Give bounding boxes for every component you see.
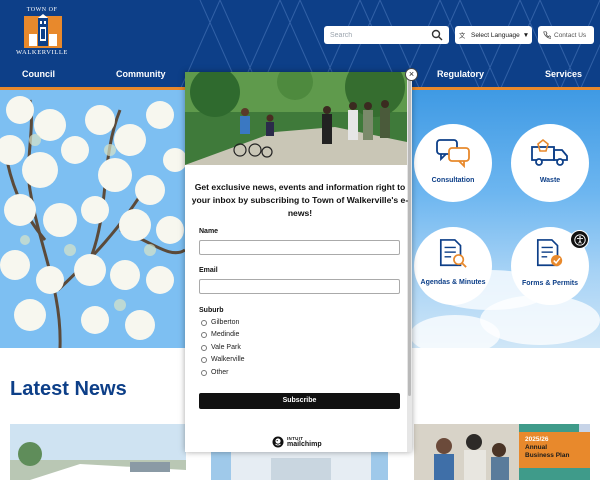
speech-bubbles-icon (436, 139, 470, 168)
suburb-option-gilberton[interactable]: Gilberton (201, 319, 239, 326)
suburb-option-medindie[interactable]: Medindie (201, 331, 239, 338)
mailchimp-logo[interactable]: INTUIT mailchimp (272, 436, 322, 448)
logo-bottom-text: WALKERVILLE (16, 49, 68, 56)
mailchimp-icon (272, 436, 284, 448)
park-walkers-image (185, 72, 407, 165)
radio-button[interactable] (201, 344, 207, 351)
nav-item-council[interactable]: Council (22, 69, 55, 79)
service-label: Consultation (431, 177, 475, 184)
brand-bottom: mailchimp (287, 441, 322, 448)
suburb-option-other[interactable]: Other (201, 369, 229, 376)
document-search-icon (439, 239, 467, 268)
close-icon[interactable]: × (405, 68, 418, 81)
news-card-image (10, 424, 186, 480)
news-card[interactable] (10, 424, 186, 480)
language-select[interactable]: 文 Select Language ▼ (455, 26, 532, 44)
radio-label: Gilberton (211, 319, 240, 326)
phone-icon (543, 31, 551, 39)
plan-title-line1: Annual (525, 444, 548, 451)
suburb-label: Suburb (199, 307, 224, 314)
service-label: Forms & Permits (521, 280, 579, 287)
contact-label: Contact Us (554, 31, 587, 39)
suburb-option-vale-park[interactable]: Vale Park (201, 344, 241, 351)
news-card-business-plan[interactable]: 2025/26 Annual Business Plan (414, 424, 590, 480)
radio-button[interactable] (201, 356, 207, 363)
service-waste[interactable]: Waste (511, 124, 589, 202)
walkerville-logo[interactable] (24, 14, 62, 48)
chevron-down-icon: ▼ (522, 31, 530, 39)
radio-label: Vale Park (211, 344, 241, 351)
blossom-tree-image (0, 90, 185, 348)
radio-button[interactable] (201, 369, 207, 376)
plan-year: 2025/26 (525, 436, 549, 443)
email-field[interactable] (199, 279, 400, 294)
modal-photo (185, 72, 407, 165)
modal-heading: Get exclusive news, events and informati… (191, 182, 409, 218)
svg-text:文: 文 (459, 31, 466, 39)
latest-news-heading: Latest News (10, 378, 127, 400)
contact-us-button[interactable]: Contact Us (538, 26, 594, 44)
radio-button[interactable] (201, 331, 207, 338)
search-icon[interactable] (431, 29, 443, 41)
radio-button[interactable] (201, 319, 207, 326)
translate-icon: 文 (459, 31, 466, 39)
nav-item-regulatory[interactable]: Regulatory (437, 69, 484, 79)
search-input[interactable] (330, 29, 425, 41)
nav-item-services[interactable]: Services (545, 69, 582, 79)
name-field[interactable] (199, 240, 400, 255)
radio-label: Other (211, 369, 229, 376)
subscribe-button[interactable]: Subscribe (199, 393, 400, 409)
accessibility-icon (573, 233, 586, 246)
language-label: Select Language (471, 31, 520, 39)
search-box[interactable] (324, 26, 449, 44)
radio-label: Walkerville (211, 356, 245, 363)
email-label: Email (199, 267, 218, 274)
service-label: Waste (539, 177, 561, 184)
service-agendas-minutes[interactable]: Agendas & Minutes (414, 227, 492, 305)
suburb-option-walkerville[interactable]: Walkerville (201, 356, 245, 363)
accessibility-button[interactable] (570, 230, 589, 249)
service-consultation[interactable]: Consultation (414, 124, 492, 202)
service-label: Agendas & Minutes (420, 279, 486, 286)
waste-truck-icon (531, 138, 568, 166)
logo-top-text: TOWN OF (26, 7, 58, 13)
nav-item-community[interactable]: Community (116, 69, 166, 79)
cloud (410, 315, 500, 348)
form-check-icon (536, 239, 563, 267)
name-label: Name (199, 228, 219, 235)
plan-title-line2: Business Plan (525, 452, 570, 459)
modal-scrollbar-thumb[interactable] (408, 76, 411, 396)
radio-label: Medindie (211, 331, 240, 338)
